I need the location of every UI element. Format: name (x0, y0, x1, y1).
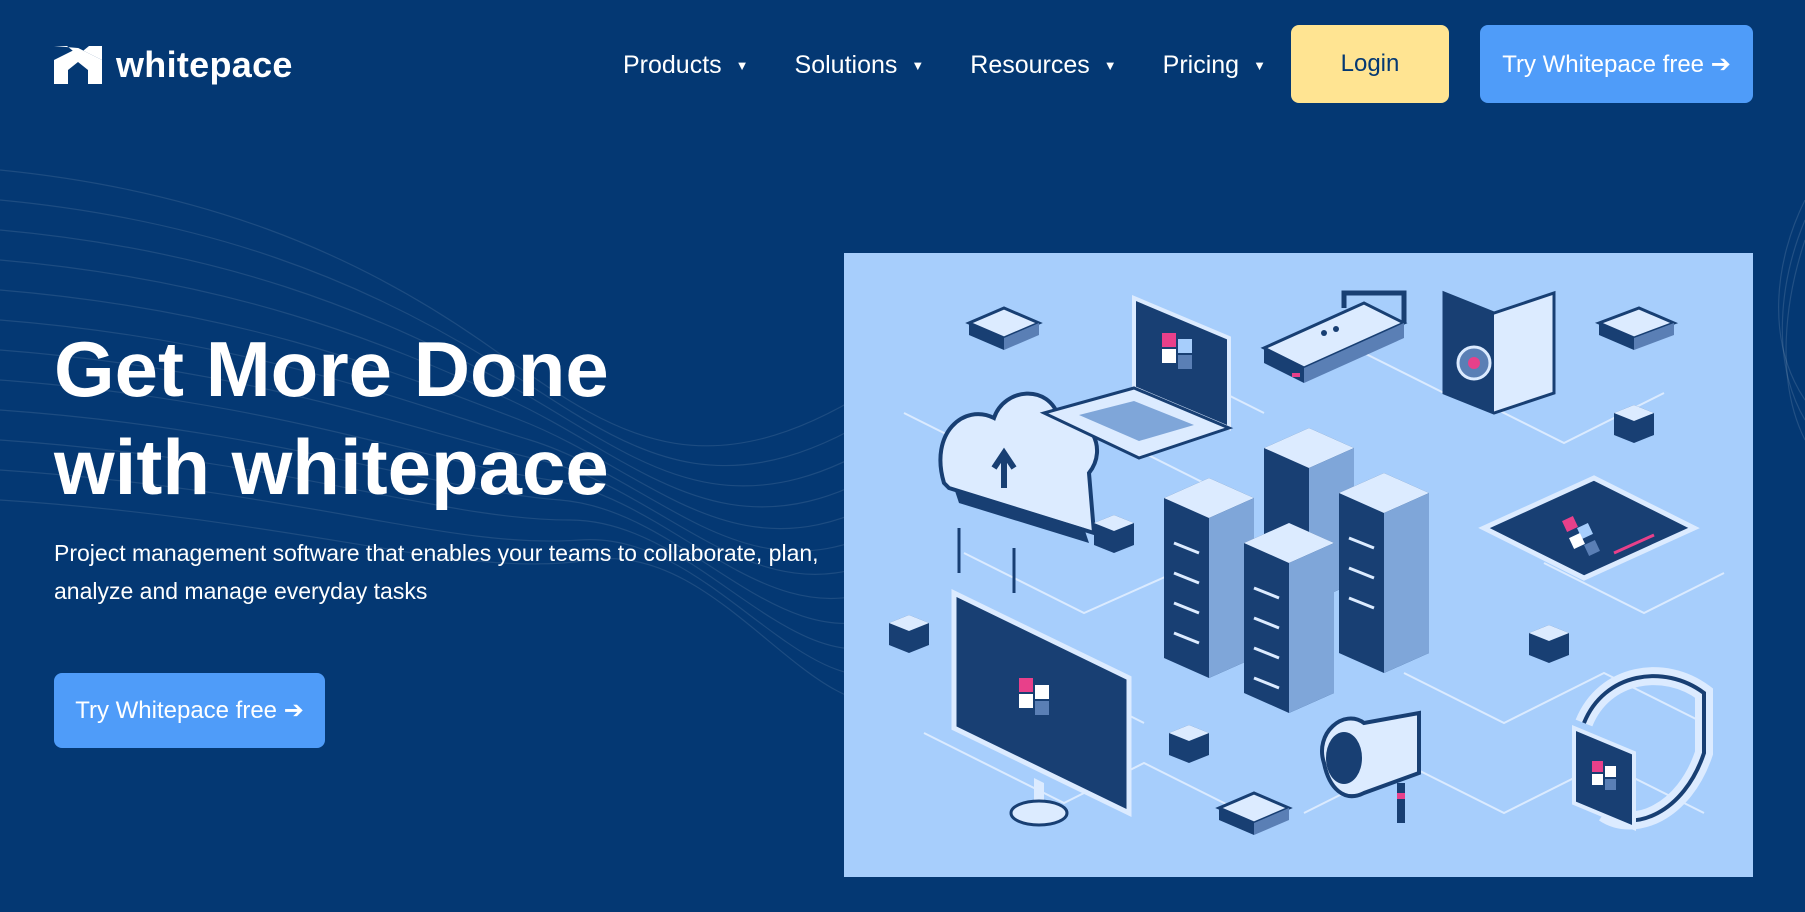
nav-item-resources[interactable]: Resources ▼ (970, 51, 1116, 80)
hero-subtitle: Project management software that enables… (54, 540, 819, 604)
caret-down-icon: ▼ (735, 57, 749, 73)
nav-item-label: Solutions (794, 50, 898, 79)
nav-item-label: Resources (970, 50, 1090, 79)
login-button[interactable]: Login (1291, 25, 1449, 103)
nav-item-solutions[interactable]: Solutions ▼ (795, 51, 925, 80)
caret-down-icon: ▼ (1103, 57, 1117, 73)
try-free-header-button[interactable]: Try Whitepace free ➔ (1480, 25, 1753, 103)
background-waves-right (1778, 200, 1805, 441)
whitepace-logo-icon (54, 46, 102, 84)
isometric-network-illustration (889, 290, 1725, 835)
nav-item-pricing[interactable]: Pricing ▼ (1163, 51, 1266, 80)
tablet-icon (1478, 475, 1700, 581)
caret-down-icon: ▼ (911, 57, 925, 73)
camera-icon (1442, 290, 1556, 415)
try-free-hero-button[interactable]: Try Whitepace free ➔ (54, 673, 325, 748)
nav-item-label: Products (623, 50, 722, 79)
nav-item-label: Pricing (1162, 50, 1240, 79)
caret-down-icon: ▼ (1253, 57, 1266, 73)
hero-illustration (844, 253, 1753, 877)
smartwatch-icon (1572, 667, 1713, 831)
brand-name: whitepace (116, 44, 293, 85)
nav-item-products[interactable]: Products ▼ (623, 51, 749, 80)
monitor-icon (951, 589, 1132, 827)
hero-title-line-2: with whitepace (54, 423, 609, 511)
megaphone-icon (1320, 710, 1421, 823)
hero-title: Get More Done with whitepace (54, 320, 794, 516)
main-nav: Products ▼ Solutions ▼ Resources ▼ Prici… (623, 46, 1312, 84)
hero-title-line-1: Get More Done (54, 325, 609, 413)
server-rack-icons (1164, 428, 1429, 713)
router-icon (1260, 290, 1408, 383)
brand-logo[interactable]: whitepace (54, 44, 293, 86)
